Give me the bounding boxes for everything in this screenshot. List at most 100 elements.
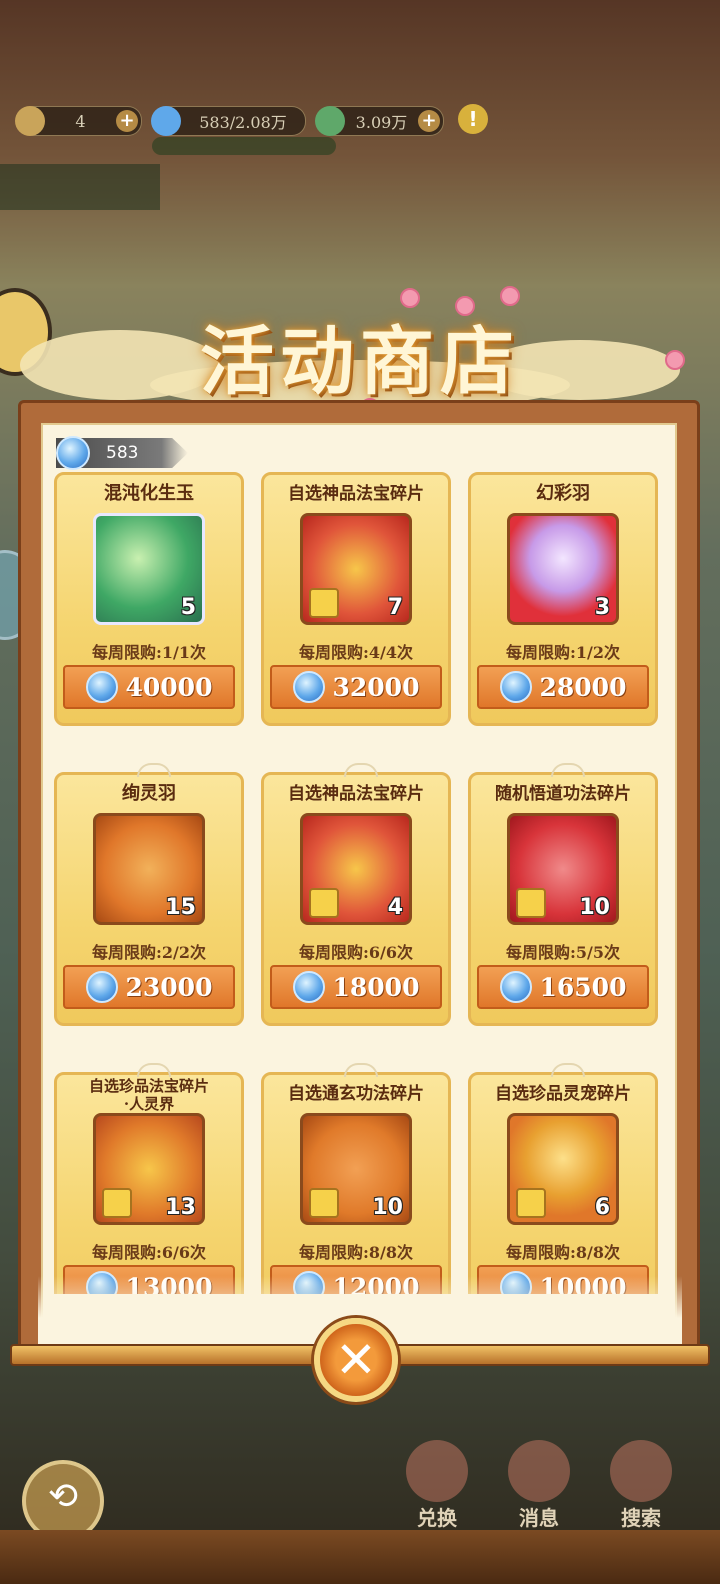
- puzzle-icon: [309, 1188, 339, 1218]
- puzzle-icon: [102, 1188, 132, 1218]
- shop-item[interactable]: 随机悟道功法碎片 10 每周限购:5/5次 16500: [468, 763, 658, 1026]
- gem-icon: [292, 971, 325, 1003]
- buy-button[interactable]: 18000: [270, 965, 442, 1009]
- item-price: 16500: [539, 972, 627, 1002]
- puzzle-icon: [516, 1188, 546, 1218]
- resource-3-value: 3.09万: [355, 113, 408, 132]
- card-hook: [137, 763, 171, 777]
- nav-item-messages[interactable]: 消息: [502, 1440, 576, 1530]
- puzzle-icon: [516, 888, 546, 918]
- item-name-line-1: 自选珍品法宝碎片: [88, 1077, 209, 1095]
- item-price: 40000: [125, 672, 213, 702]
- gem-icon: [499, 971, 532, 1003]
- resource-2-value: 583/2.08万: [199, 113, 287, 132]
- nav-item-search[interactable]: 搜索: [604, 1440, 678, 1530]
- item-quantity: 3: [594, 595, 610, 620]
- nav-item-label: 消息: [519, 1506, 559, 1530]
- side-tag: [0, 164, 160, 210]
- item-quantity: 10: [372, 1195, 403, 1220]
- gem-icon: [85, 971, 118, 1003]
- item-name: 绚灵羽: [122, 783, 176, 804]
- shop-item[interactable]: 自选通玄功法碎片 10 每周限购:8/8次 12000: [261, 1063, 451, 1294]
- item-name: 自选珍品灵宠碎片: [495, 1084, 631, 1104]
- close-button[interactable]: ✕: [314, 1318, 398, 1402]
- item-quantity: 4: [387, 895, 403, 920]
- treasure-fragment-icon: 13: [93, 1113, 205, 1225]
- jade-icon: 5: [93, 513, 205, 625]
- add-resource-3-button[interactable]: +: [418, 110, 440, 132]
- puzzle-icon: [309, 588, 339, 618]
- buy-button[interactable]: 40000: [63, 665, 235, 709]
- nav-item-exchange[interactable]: 兑换: [400, 1440, 474, 1530]
- arrow-icon: [15, 106, 45, 136]
- buy-button[interactable]: 23000: [63, 965, 235, 1009]
- item-limit: 每周限购:6/6次: [91, 1243, 207, 1262]
- blossom-decoration: [665, 350, 685, 370]
- buy-button[interactable]: 32000: [270, 665, 442, 709]
- resource-bar: 4 + 583/2.08万 3.09万 + !: [15, 104, 488, 136]
- shop-item[interactable]: 自选珍品法宝碎片 ·人灵界 13 每周限购:6/6次 13000: [54, 1063, 244, 1294]
- item-quantity: 10: [579, 895, 610, 920]
- item-name: 混沌化生玉: [104, 483, 194, 504]
- resource-2[interactable]: 583/2.08万: [151, 106, 306, 136]
- leaf-icon: [315, 106, 345, 136]
- shop-item[interactable]: 自选神品法宝碎片 4 每周限购:6/6次 18000: [261, 763, 451, 1026]
- resource-1[interactable]: 4 +: [15, 106, 142, 136]
- item-limit: 每周限购:8/8次: [298, 1243, 414, 1262]
- item-limit: 每周限购:5/5次: [505, 943, 621, 962]
- item-name: 幻彩羽: [536, 483, 590, 504]
- blossom-decoration: [455, 296, 475, 316]
- shop-title: 活动商店: [200, 319, 520, 405]
- shop-item[interactable]: 幻彩羽 3 每周限购:1/2次 28000: [468, 472, 658, 726]
- item-price: 23000: [125, 972, 213, 1002]
- add-resource-1-button[interactable]: +: [116, 110, 138, 132]
- item-price: 32000: [332, 672, 420, 702]
- resource-1-value: 4: [75, 111, 86, 131]
- blossom-decoration: [400, 288, 420, 308]
- item-limit: 每周限购:6/6次: [298, 943, 414, 962]
- search-icon: [610, 1440, 672, 1502]
- item-quantity: 13: [165, 1195, 196, 1220]
- exchange-icon: [406, 1440, 468, 1502]
- item-limit: 每周限购:8/8次: [505, 1243, 621, 1262]
- nav-item-label: 兑换: [417, 1506, 457, 1530]
- gem-icon: [85, 671, 118, 703]
- item-name-line-2: ·人灵界: [123, 1095, 175, 1113]
- shop-item[interactable]: 绚灵羽 15 每周限购:2/2次 23000: [54, 763, 244, 1026]
- shop-item[interactable]: 混沌化生玉 5 每周限购:1/1次 40000: [54, 472, 244, 726]
- scroll-chest-icon: 10: [300, 1113, 412, 1225]
- item-limit: 每周限购:4/4次: [298, 643, 414, 662]
- shop-item[interactable]: 自选神品法宝碎片 7 每周限购:4/4次 32000: [261, 472, 451, 726]
- card-hook: [137, 1063, 171, 1077]
- item-limit: 每周限购:2/2次: [91, 943, 207, 962]
- gem-icon: [292, 671, 325, 703]
- item-name: 自选通玄功法碎片: [288, 1084, 424, 1104]
- card-hook: [344, 763, 378, 777]
- nav-item-label: 搜索: [621, 1506, 661, 1530]
- balance-value: 583: [106, 443, 139, 463]
- resource-3[interactable]: 3.09万 +: [315, 106, 444, 136]
- item-quantity: 5: [180, 595, 196, 620]
- item-limit: 每周限购:1/1次: [91, 643, 207, 662]
- buy-button[interactable]: 28000: [477, 665, 649, 709]
- crystal-orb-icon: 6: [507, 1113, 619, 1225]
- shop-item[interactable]: 自选珍品灵宠碎片 6 每周限购:8/8次 10000: [468, 1063, 658, 1294]
- item-name: 自选神品法宝碎片: [288, 484, 424, 504]
- gem-icon: [151, 106, 181, 136]
- buy-button[interactable]: 16500: [477, 965, 649, 1009]
- shop-grid: 混沌化生玉 5 每周限购:1/1次 40000 自选神品法宝碎片 7 每周限购:…: [54, 472, 664, 1294]
- treasure-fragment-icon: 4: [300, 813, 412, 925]
- blossom-decoration: [500, 286, 520, 306]
- rainbow-feather-icon: 3: [507, 513, 619, 625]
- item-name: 自选珍品法宝碎片 ·人灵界: [57, 1077, 241, 1113]
- card-hook: [551, 1063, 585, 1077]
- item-price: 18000: [332, 972, 420, 1002]
- gem-icon: [56, 436, 90, 470]
- item-quantity: 6: [594, 1195, 610, 1220]
- mystery-book-icon: 10: [507, 813, 619, 925]
- item-limit: 每周限购:1/2次: [505, 643, 621, 662]
- resource-subbar: [152, 137, 336, 155]
- alert-icon[interactable]: !: [458, 104, 488, 134]
- item-quantity: 15: [165, 895, 196, 920]
- puzzle-icon: [309, 888, 339, 918]
